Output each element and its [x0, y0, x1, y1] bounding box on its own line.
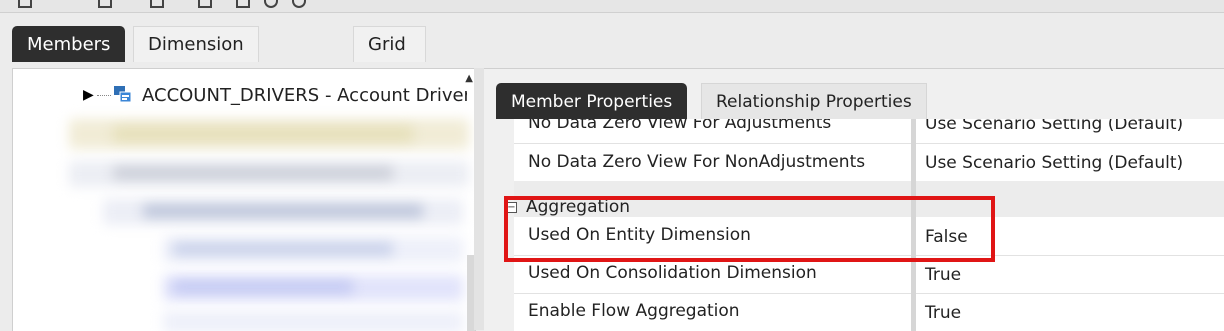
property-value[interactable]: True	[925, 265, 961, 285]
property-value[interactable]: Use Scenario Setting (Default)	[925, 153, 1183, 173]
toolbar-icon[interactable]	[98, 0, 112, 8]
table-row[interactable]: No Data Zero View For NonAdjustments Use…	[514, 143, 1224, 182]
tree-node-label[interactable]: ACCOUNT_DRIVERS - Account Drivers	[142, 85, 467, 106]
member-tree-panel: ▶ ACCOUNT_DRIVERS - Account Drivers ▲	[12, 68, 476, 331]
property-name: No Data Zero View For Adjustments	[528, 119, 832, 133]
toolbar-icon[interactable]	[150, 0, 164, 8]
redacted-tree-item	[163, 311, 463, 331]
redacted-tree-item	[173, 243, 393, 255]
table-row[interactable]: Used On Entity Dimension False	[514, 217, 1224, 256]
property-grid: No Data Zero View For Adjustments Use Sc…	[514, 119, 1224, 331]
dimension-node-icon	[114, 86, 132, 103]
redacted-tree-item	[143, 205, 423, 217]
column-divider[interactable]	[911, 119, 916, 331]
toolbar-icon[interactable]	[264, 0, 278, 8]
table-row[interactable]: No Data Zero View For Adjustments Use Sc…	[514, 119, 1224, 144]
grid-gutter	[484, 119, 514, 331]
property-value[interactable]: True	[925, 303, 961, 323]
tab-dimension-properties[interactable]: Dimension Properties	[133, 26, 259, 91]
property-name: Used On Entity Dimension	[528, 225, 751, 245]
member-properties-panel: Member Properties Relationship Propertie…	[484, 68, 1224, 331]
property-value[interactable]: False	[925, 227, 968, 247]
table-row[interactable]: Used On Consolidation Dimension True	[514, 255, 1224, 294]
scroll-up-arrow-icon[interactable]: ▲	[465, 73, 473, 84]
tab-grid-view[interactable]: Grid View	[353, 26, 426, 91]
property-name: Used On Consolidation Dimension	[528, 263, 817, 283]
property-name: No Data Zero View For NonAdjustments	[528, 152, 866, 172]
table-row[interactable]: Enable Flow Aggregation True	[514, 293, 1224, 331]
toolbar-icon[interactable]	[292, 0, 306, 8]
triangle-right-icon[interactable]: ▶	[83, 87, 94, 103]
property-name: Enable Flow Aggregation	[528, 301, 740, 321]
toolbar-icon[interactable]	[18, 0, 32, 8]
property-value[interactable]: Use Scenario Setting (Default)	[925, 119, 1183, 134]
toolbar-icon[interactable]	[236, 0, 250, 8]
collapse-minus-icon[interactable]: −	[506, 202, 517, 213]
redacted-tree-item	[113, 167, 393, 179]
toolbar-icon[interactable]	[198, 0, 212, 8]
redacted-tree-item	[113, 127, 413, 141]
tab-member-properties[interactable]: Member Properties	[496, 83, 688, 119]
tree-connector	[97, 95, 111, 96]
toolbar-strip	[0, 0, 1224, 13]
tab-relationship-properties[interactable]: Relationship Properties	[701, 83, 927, 119]
section-label: Aggregation	[526, 197, 631, 217]
tab-members[interactable]: Members	[12, 26, 126, 62]
panel-splitter[interactable]	[474, 68, 484, 330]
redacted-tree-item	[173, 281, 353, 293]
